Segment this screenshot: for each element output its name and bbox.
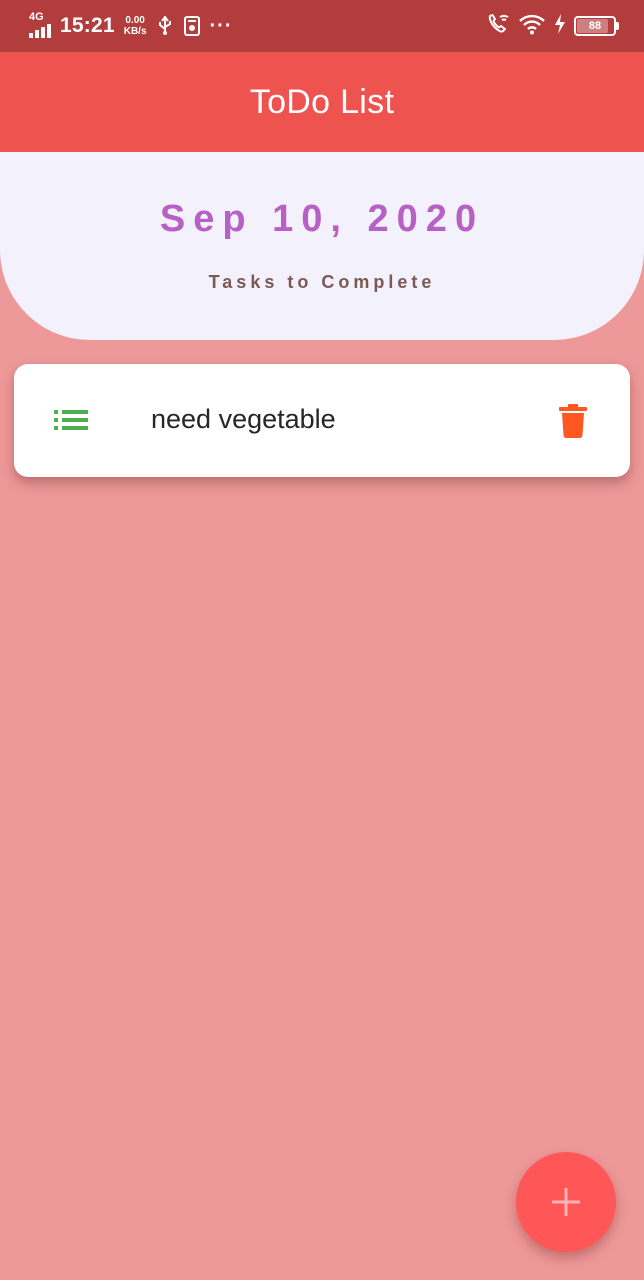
trash-icon[interactable] [559, 404, 587, 438]
call-wifi-icon [486, 13, 510, 40]
network-type: 4G [29, 11, 44, 23]
plus-icon [552, 1188, 580, 1216]
status-bar-right: 88 [478, 8, 619, 44]
tasks-subtitle: Tasks to Complete [208, 272, 436, 292]
network-indicator: 4G [28, 10, 56, 42]
date-header-panel: Sep 10, 2020 Tasks to Complete [0, 152, 644, 340]
status-time: 15:21 [60, 14, 115, 37]
app-title: ToDo List [249, 82, 395, 121]
add-task-button[interactable] [516, 1152, 616, 1252]
more-notifications-icon: ··· [209, 15, 233, 37]
list-icon [54, 410, 88, 430]
usb-icon [157, 16, 173, 36]
task-title: need vegetable [151, 404, 336, 434]
status-bar-left: 4G 15:21 0.00 KB/s ··· [28, 8, 233, 44]
battery-icon: 88 [574, 16, 619, 36]
charging-icon [554, 13, 566, 39]
network-speed-value: 0.00 [125, 15, 145, 26]
network-speed-unit: KB/s [123, 26, 147, 37]
notification-app-icon [183, 16, 201, 36]
app-bar: ToDo List [0, 52, 644, 152]
signal-icon [29, 24, 51, 38]
network-speed: 0.00 KB/s [124, 15, 147, 37]
status-bar: 4G 15:21 0.00 KB/s ··· 88 [0, 0, 644, 52]
current-date: Sep 10, 2020 [159, 198, 485, 240]
wifi-icon [518, 13, 546, 40]
task-card[interactable]: need vegetable [14, 364, 630, 477]
battery-percent: 88 [588, 20, 602, 32]
